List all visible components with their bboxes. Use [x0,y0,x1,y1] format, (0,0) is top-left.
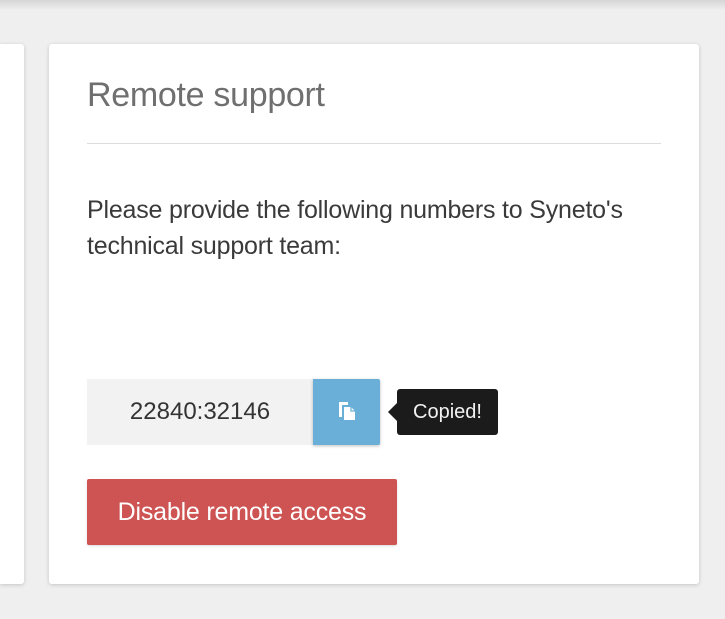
title-divider [87,143,661,144]
disable-remote-access-button[interactable]: Disable remote access [87,479,397,545]
copy-button[interactable] [313,379,380,445]
instructions-text: Please provide the following numbers to … [87,196,623,260]
tooltip-text: Copied! [413,401,482,423]
card-title: Remote support [87,76,325,114]
clipboard-icon [336,400,358,425]
support-code-field[interactable] [87,379,313,445]
copied-tooltip: Copied! [388,389,498,435]
tooltip-arrow [388,403,397,421]
top-bar-shadow [0,0,725,10]
remote-support-card: Remote support Please provide the follow… [49,44,699,584]
page: Remote support Please provide the follow… [0,0,725,619]
left-panel-edge [0,44,24,584]
